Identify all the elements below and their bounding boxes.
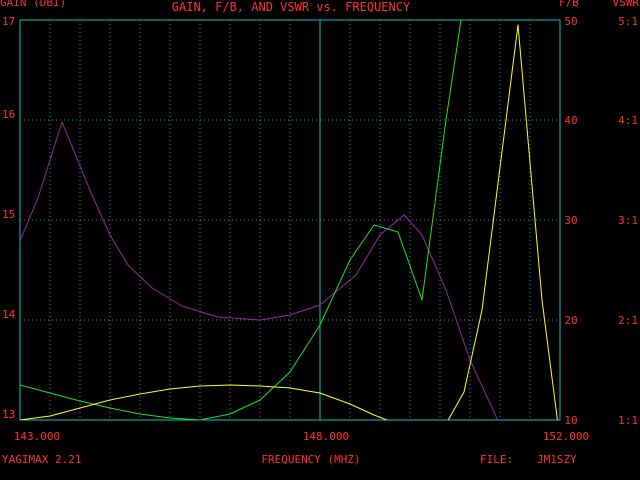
left-axis-label: GAIN (DBI) xyxy=(0,0,66,9)
vswr-tick-label: 4:1 xyxy=(618,114,638,127)
gain-tick-label: 14 xyxy=(2,308,16,321)
vswr-tick-label: 5:1 xyxy=(618,15,638,28)
vswr-tick-label: 1:1 xyxy=(618,414,638,427)
x-axis-label: FREQUENCY (MHZ) xyxy=(261,453,360,466)
fb-axis-label: F/B xyxy=(559,0,579,9)
gain-tick-label: 16 xyxy=(2,108,15,121)
gain-tick-label: 17 xyxy=(2,15,15,28)
gain-tick-label: 15 xyxy=(2,208,15,221)
chart-title: GAIN, F/B, AND VSWR vs. FREQUENCY xyxy=(172,0,411,14)
fb-tick-label: 50 xyxy=(564,15,577,28)
fb-tick-label: 30 xyxy=(564,214,577,227)
vswr-tick-label: 2:1 xyxy=(618,314,638,327)
file-label: FILE: xyxy=(480,453,513,466)
x-tick-label: 152.000 xyxy=(543,430,589,443)
program-name: YAGIMAX 2.21 xyxy=(2,453,81,466)
x-tick-label: 148.000 xyxy=(303,430,349,443)
vswr-axis-label: VSWR xyxy=(613,0,640,9)
x-tick-label: 143.000 xyxy=(14,430,60,443)
gain-fb-vswr-chart: GAIN, F/B, AND VSWR vs. FREQUENCY GAIN (… xyxy=(0,0,640,480)
fb-tick-label: 40 xyxy=(564,114,577,127)
fb-tick-label: 10 xyxy=(564,414,577,427)
file-name: JM1SZY xyxy=(537,453,577,466)
gain-tick-label: 13 xyxy=(2,408,15,421)
vswr-tick-label: 3:1 xyxy=(618,214,638,227)
fb-tick-label: 20 xyxy=(564,314,577,327)
